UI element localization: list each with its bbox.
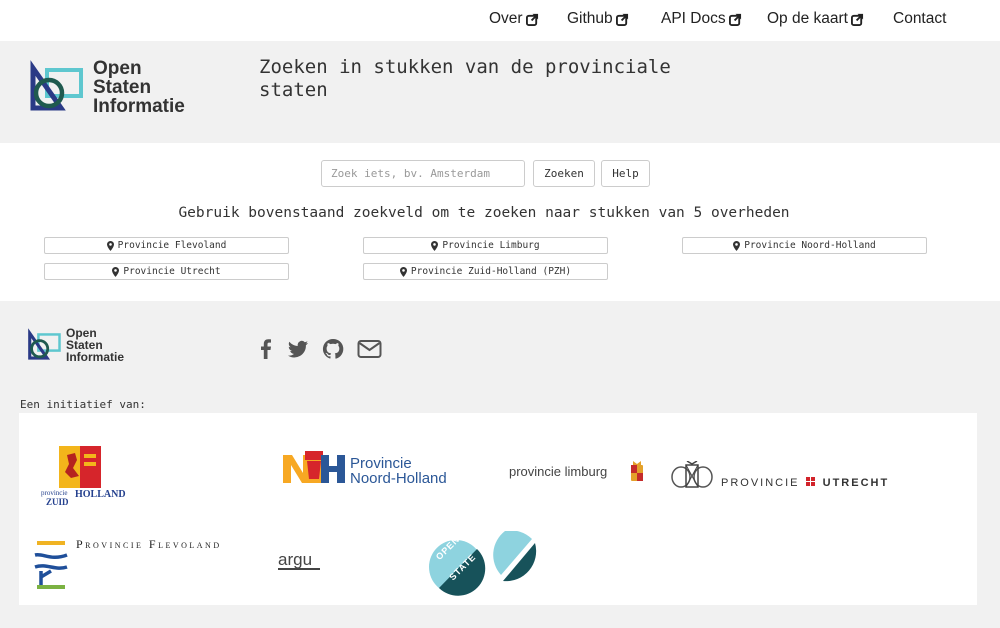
page-tagline: Zoeken in stukken van de provinciale sta… — [259, 56, 671, 101]
logo-text-line: Informatie — [66, 350, 125, 364]
sponsor-text: HOLLAND — [75, 489, 126, 500]
envelope-icon[interactable] — [357, 337, 382, 361]
map-marker-icon — [399, 266, 407, 277]
nav-link-github[interactable]: Github — [567, 10, 629, 28]
footer-logo[interactable]: Open Staten Informatie — [26, 327, 124, 363]
top-navigation: Over Github API Docs Op de kaart Contact — [0, 0, 1000, 41]
utrecht-squares-icon — [805, 477, 815, 486]
nav-link-contact[interactable]: Contact — [893, 10, 946, 28]
sponsor-noord-holland-logo[interactable]: Provincie Noord-Holland — [283, 451, 463, 487]
sponsor-text: provincie — [41, 489, 68, 497]
sponsor-text: provincie limburg — [509, 464, 608, 479]
province-button-limburg[interactable]: Provincie Limburg — [363, 237, 608, 254]
sponsor-limburg-logo[interactable]: provincie limburg — [509, 461, 649, 489]
nav-link-over[interactable]: Over — [489, 10, 539, 28]
nav-link-label: API Docs — [661, 10, 726, 27]
nav-link-label: Contact — [893, 10, 947, 27]
page-header: Open Staten Informatie Zoeken in stukken… — [0, 41, 1000, 143]
sponsor-text: Provincie Flevoland — [76, 537, 222, 551]
map-marker-icon — [431, 240, 439, 251]
flevoland-mark-icon — [34, 541, 68, 589]
sponsor-text: UTRECHT — [822, 477, 890, 489]
map-marker-icon — [106, 240, 114, 251]
province-button-zuid-holland[interactable]: Provincie Zuid-Holland (PZH) — [363, 263, 608, 280]
nav-link-label: Github — [567, 10, 613, 27]
nav-link-op-de-kaart[interactable]: Op de kaart — [767, 10, 864, 28]
external-link-icon — [851, 13, 864, 26]
search-button[interactable]: Zoeken — [533, 160, 595, 187]
province-label: Provincie Noord-Holland — [744, 240, 876, 251]
external-link-icon — [525, 13, 538, 26]
search-info-text: Gebruik bovenstaand zoekveld om te zoeke… — [178, 205, 790, 221]
sponsor-argu-logo[interactable]: argu — [278, 550, 328, 572]
sponsor-text: Provincie — [350, 455, 412, 472]
sponsor-zuid-holland-logo[interactable]: provincie ZUID HOLLAND — [41, 446, 131, 508]
province-label: Provincie Utrecht — [123, 266, 221, 277]
logo-mark-icon — [28, 328, 61, 360]
external-link-icon — [728, 13, 741, 26]
province-label: Provincie Limburg — [442, 240, 540, 251]
external-link-icon — [615, 13, 628, 26]
logo-text-line: Open — [93, 57, 142, 79]
nav-link-label: Over — [489, 10, 523, 27]
sponsor-text: ZUID — [46, 497, 69, 507]
logo-text-line: Informatie — [93, 95, 185, 117]
province-button-noord-holland[interactable]: Provincie Noord-Holland — [682, 237, 927, 254]
map-marker-icon — [112, 266, 120, 277]
province-label: Provincie Zuid-Holland (PZH) — [410, 266, 572, 277]
noord-holland-nh-icon — [283, 451, 345, 483]
nav-link-api-docs[interactable]: API Docs — [661, 10, 742, 28]
logo-text-line: Staten — [93, 76, 152, 98]
limburg-crest-icon — [631, 461, 643, 481]
province-button-utrecht[interactable]: Provincie Utrecht — [44, 263, 289, 280]
sponsor-flevoland-logo[interactable]: Provincie Flevoland — [33, 535, 248, 590]
utrecht-crest-icon — [671, 461, 713, 488]
sponsor-text: argu — [278, 550, 313, 569]
province-button-flevoland[interactable]: Provincie Flevoland — [44, 237, 289, 254]
initiative-label: Een initiatief van: — [20, 398, 146, 411]
facebook-icon[interactable] — [254, 337, 278, 361]
nav-link-label: Op de kaart — [767, 10, 848, 27]
sponsor-open-state-logo[interactable]: OPEN STATE — [429, 530, 544, 596]
sponsor-text: Noord-Holland — [350, 470, 447, 487]
sponsors-panel: provincie ZUID HOLLAND Provincie Noord-H… — [19, 413, 977, 605]
map-marker-icon — [733, 240, 741, 251]
help-button[interactable]: Help — [601, 160, 650, 187]
site-logo[interactable]: Open Staten Informatie — [27, 58, 185, 116]
twitter-icon[interactable] — [286, 337, 310, 361]
search-input[interactable] — [321, 160, 525, 187]
logo-mark-icon — [30, 60, 83, 111]
province-label: Provincie Flevoland — [117, 240, 227, 251]
sponsor-text: PROVINCIE — [721, 477, 800, 489]
github-icon[interactable] — [321, 337, 345, 361]
sponsor-utrecht-logo[interactable]: PROVINCIE UTRECHT — [669, 461, 889, 491]
